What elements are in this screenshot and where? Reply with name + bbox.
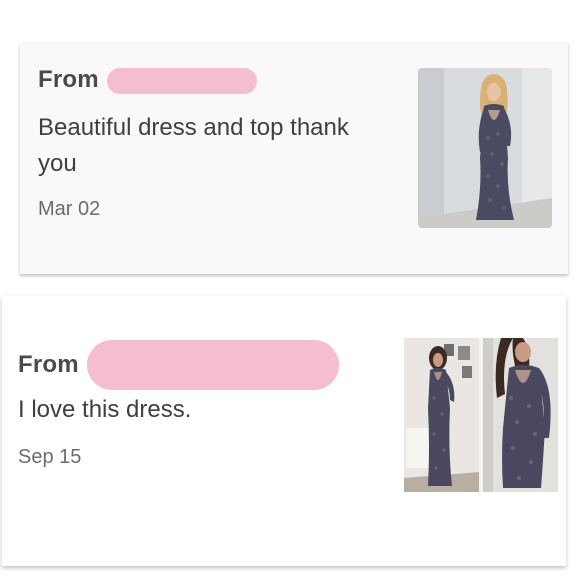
- review-text: Beautiful dress and top thank you: [38, 114, 349, 177]
- redacted-reviewer-name: [106, 68, 257, 94]
- reviewer-row: From: [18, 340, 339, 390]
- dress-photo-icon: [482, 338, 558, 492]
- dress-photo-icon: [418, 68, 552, 228]
- review-screenshots: From Beautiful dress and top thank you M…: [0, 0, 580, 580]
- reviewer-row: From: [38, 66, 257, 94]
- review-date: Mar 02: [38, 198, 101, 220]
- redacted-reviewer-name: [86, 340, 339, 390]
- from-label: From: [18, 351, 79, 378]
- review-card-2: From I love this dress. Sep 15: [2, 296, 566, 566]
- review-photo[interactable]: [404, 338, 480, 492]
- review-date: Sep 15: [18, 446, 82, 468]
- review-photos: [404, 338, 558, 492]
- dress-photo-icon: [404, 338, 479, 492]
- review-card-1: From Beautiful dress and top thank you M…: [20, 42, 568, 274]
- review-photo[interactable]: [482, 338, 558, 492]
- from-label: From: [38, 66, 99, 93]
- review-photo[interactable]: [418, 68, 552, 228]
- review-text: I love this dress.: [18, 396, 192, 423]
